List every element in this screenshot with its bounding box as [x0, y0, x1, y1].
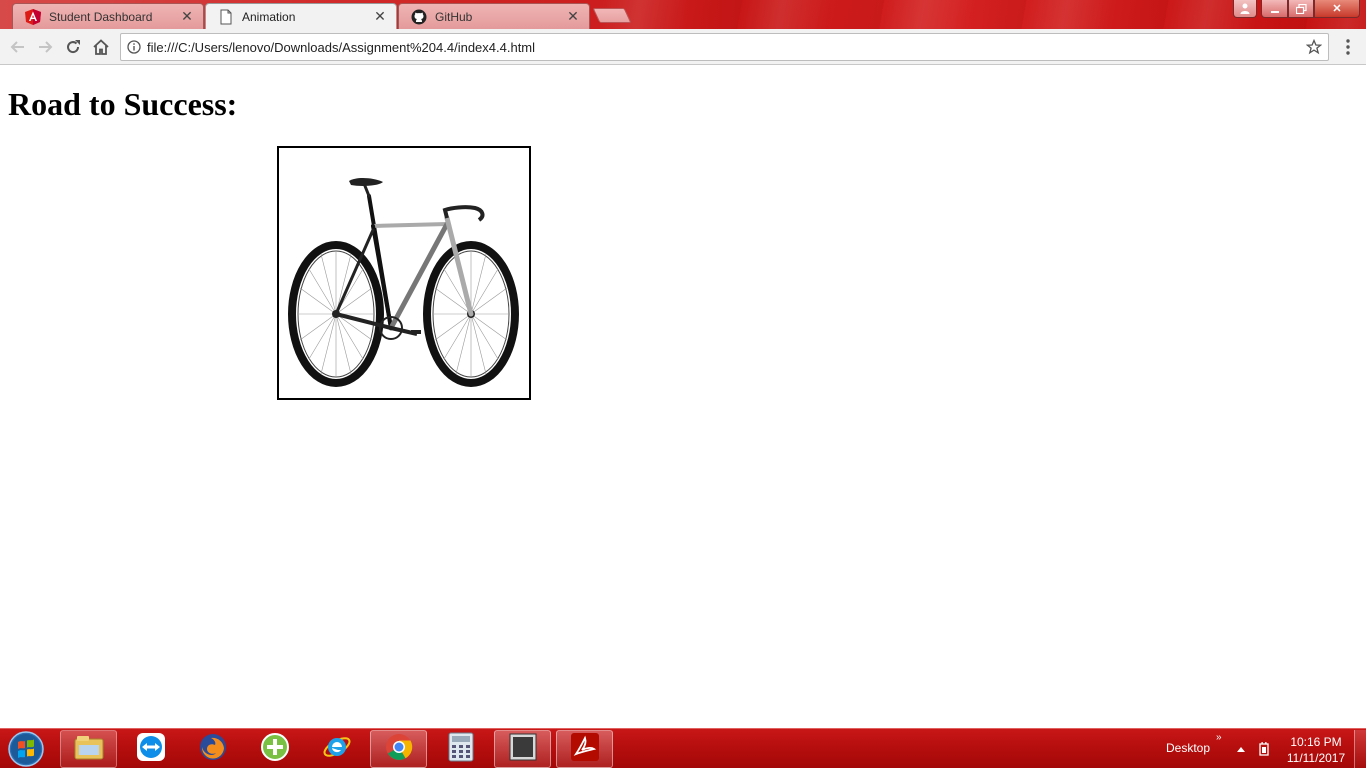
- restore-button[interactable]: [1288, 0, 1314, 18]
- start-button[interactable]: [4, 730, 48, 768]
- tab-label: GitHub: [435, 9, 473, 24]
- teamviewer-icon: [136, 732, 166, 767]
- bookmark-star-icon[interactable]: [1305, 38, 1323, 55]
- tab-student-dashboard[interactable]: Student Dashboard ✕: [12, 3, 204, 29]
- toolbar-expand-chevron[interactable]: »: [1216, 732, 1222, 743]
- file-explorer-icon: [73, 733, 105, 766]
- github-icon: [411, 9, 427, 25]
- reload-button[interactable]: [63, 37, 83, 57]
- angular-icon: [25, 8, 41, 25]
- tab-animation[interactable]: Animation ✕: [205, 3, 397, 29]
- bicycle-image: [277, 146, 531, 400]
- home-button[interactable]: [91, 37, 111, 57]
- calculator-plus-icon: [260, 732, 290, 767]
- url-text: file:///C:/Users/lenovo/Downloads/Assign…: [147, 40, 536, 55]
- minimize-button[interactable]: [1261, 0, 1288, 18]
- internet-explorer-icon: [322, 732, 352, 767]
- clock-time[interactable]: 10:16 PM: [1280, 735, 1352, 749]
- info-icon[interactable]: [127, 40, 141, 54]
- window-controls: ✕: [1233, 0, 1360, 18]
- address-bar[interactable]: file:///C:/Users/lenovo/Downloads/Assign…: [120, 33, 1329, 61]
- taskbar-file-explorer[interactable]: [60, 730, 117, 768]
- forward-button[interactable]: [35, 37, 55, 57]
- scrollbar[interactable]: [1356, 66, 1366, 728]
- close-tab-icon[interactable]: ✕: [372, 8, 388, 25]
- profile-icon[interactable]: [1233, 0, 1257, 18]
- firefox-icon: [198, 732, 228, 767]
- window-icon: [509, 733, 537, 766]
- adobe-reader-icon: [570, 732, 600, 767]
- page-heading: Road to Success:: [8, 86, 238, 122]
- windows-orb-icon: [8, 731, 44, 767]
- desktop-toolbar-label[interactable]: Desktop: [1166, 741, 1210, 755]
- show-hidden-icons-icon[interactable]: [1236, 742, 1246, 752]
- chrome-icon: [384, 732, 414, 767]
- taskbar-adobe-reader[interactable]: [556, 730, 613, 768]
- new-tab-button[interactable]: [592, 8, 632, 23]
- taskbar-window[interactable]: [494, 730, 551, 768]
- document-icon: [218, 9, 234, 25]
- power-plug-icon[interactable]: [1256, 741, 1272, 757]
- menu-kebab-icon[interactable]: [1340, 37, 1356, 57]
- close-tab-icon[interactable]: ✕: [179, 8, 195, 25]
- window-titlebar: Student Dashboard ✕ Animation ✕ GitHub ✕…: [0, 0, 1366, 29]
- close-tab-icon[interactable]: ✕: [565, 8, 581, 25]
- taskbar-calculator[interactable]: [432, 730, 489, 768]
- tab-label: Student Dashboard: [49, 9, 153, 24]
- windows-taskbar: Desktop » 10:16 PM 11/11/2017: [0, 728, 1366, 768]
- back-button[interactable]: [8, 37, 28, 57]
- taskbar-firefox[interactable]: [184, 730, 241, 768]
- close-window-button[interactable]: ✕: [1314, 0, 1360, 18]
- browser-toolbar: file:///C:/Users/lenovo/Downloads/Assign…: [0, 29, 1366, 65]
- arrow-left-icon: [10, 41, 24, 53]
- home-icon: [93, 39, 109, 55]
- taskbar-internet-explorer[interactable]: [308, 730, 365, 768]
- taskbar-calculator-plus[interactable]: [246, 730, 303, 768]
- reload-icon: [67, 40, 80, 54]
- clock-date[interactable]: 11/11/2017: [1280, 751, 1352, 765]
- tab-github[interactable]: GitHub ✕: [398, 3, 590, 29]
- calculator-icon: [448, 732, 474, 767]
- arrow-right-icon: [39, 41, 53, 53]
- taskbar-chrome[interactable]: [370, 730, 427, 768]
- tab-label: Animation: [242, 9, 296, 24]
- taskbar-teamviewer[interactable]: [122, 730, 179, 768]
- show-desktop-button[interactable]: [1354, 730, 1366, 768]
